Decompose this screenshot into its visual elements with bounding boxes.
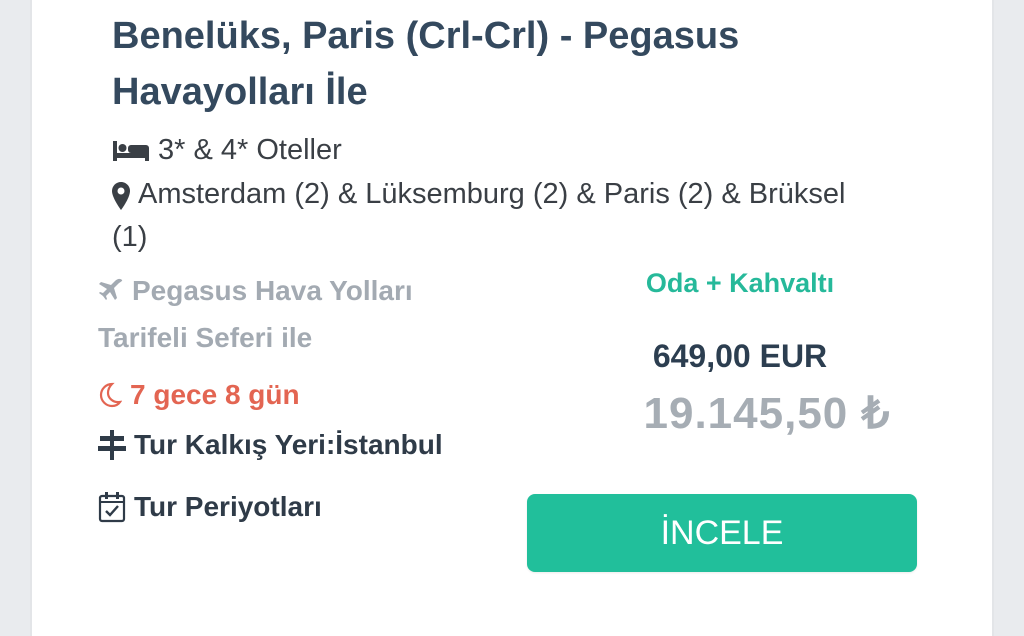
price-try: 19.145,50 ₺ bbox=[643, 389, 891, 438]
map-pin-icon bbox=[112, 182, 130, 210]
moon-icon bbox=[98, 382, 122, 408]
incele-button[interactable]: İNCELE bbox=[527, 494, 917, 572]
plane-icon bbox=[98, 278, 124, 304]
airline-type: Tarifeli Seferi ile bbox=[98, 322, 313, 353]
hotel-category: 3* & 4* Oteller bbox=[158, 134, 342, 166]
tour-periods-label: Tur Periyotları bbox=[134, 491, 322, 522]
tour-title[interactable]: Benelüks, Paris (Crl-Crl) - Pegasus Hava… bbox=[112, 8, 832, 120]
signpost-icon bbox=[98, 430, 126, 460]
board-type: Oda + Kahvaltı bbox=[645, 268, 835, 298]
departure-info: Tur Kalkış Yeri:İstanbul bbox=[98, 429, 443, 461]
tour-card: Benelüks, Paris (Crl-Crl) - Pegasus Hava… bbox=[30, 0, 994, 636]
price-eur: 649,00 EUR bbox=[652, 338, 828, 374]
cities-line-2: (1) bbox=[112, 221, 148, 253]
duration-text: 7 gece 8 gün bbox=[130, 379, 300, 410]
airline-info: Pegasus Hava Yolları bbox=[98, 275, 413, 307]
tour-periods-link[interactable]: Tur Periyotları bbox=[98, 491, 322, 523]
duration-info: 7 gece 8 gün bbox=[98, 379, 300, 411]
airline-name: Pegasus Hava Yolları bbox=[132, 275, 413, 306]
calendar-check-icon bbox=[98, 491, 126, 523]
departure-text: Tur Kalkış Yeri:İstanbul bbox=[134, 429, 443, 460]
bed-icon bbox=[112, 139, 150, 163]
hotel-info: 3* & 4* Oteller bbox=[112, 134, 342, 167]
city-info: Amsterdam (2) & Lüksemburg (2) & Paris (… bbox=[112, 178, 845, 211]
cities-line-1: Amsterdam (2) & Lüksemburg (2) & Paris (… bbox=[138, 178, 846, 210]
